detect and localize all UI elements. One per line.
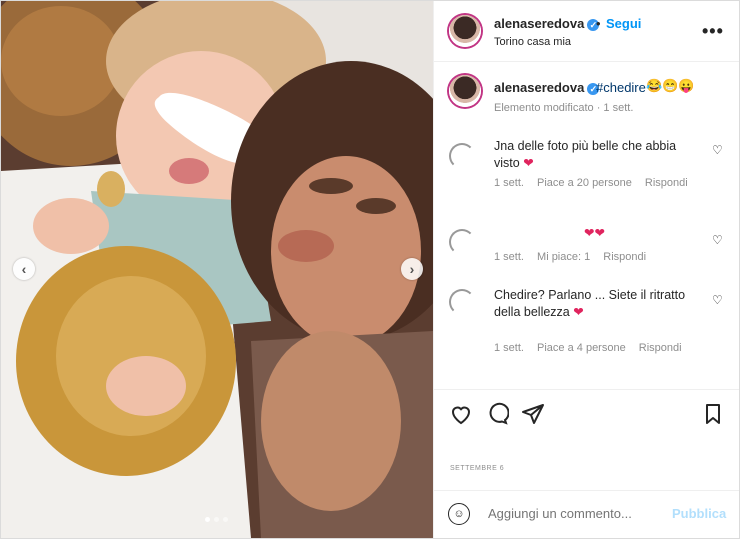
reply-button[interactable]: Rispondi: [603, 251, 646, 263]
like-comment-icon[interactable]: ♡: [712, 143, 723, 157]
carousel-dot: [205, 517, 210, 522]
comment-meta: 1 sett. Piace a 20 persone Rispondi: [494, 177, 698, 189]
caption-hashtag[interactable]: #chedire: [596, 80, 646, 95]
chevron-left-icon: ‹: [21, 261, 27, 277]
author-username[interactable]: alenaseredova ✓: [494, 16, 600, 31]
heart-emoji: ❤❤: [584, 226, 605, 240]
comment-body: Chedire? Parlano ... Siete il ritratto d…: [494, 288, 686, 319]
author-avatar[interactable]: [449, 15, 481, 47]
caption-meta: Elemento modificato · 1 sett.: [494, 102, 634, 114]
comment-meta: 1 sett. Mi piace: 1 Rispondi: [494, 251, 656, 263]
carousel-dot: [214, 517, 219, 522]
comment-text: Jna delle foto più belle che abbia visto…: [494, 138, 694, 172]
more-options-icon[interactable]: •••: [702, 21, 724, 42]
loading-avatar-icon: [449, 229, 475, 255]
reply-button[interactable]: Rispondi: [639, 342, 682, 354]
comment-likes[interactable]: Mi piace: 1: [537, 251, 590, 263]
reply-button[interactable]: Rispondi: [645, 177, 688, 189]
comment-meta: 1 sett. Piace a 4 persone Rispondi: [494, 342, 692, 354]
comment-likes[interactable]: Piace a 20 persone: [537, 177, 632, 189]
add-comment-bar: ☺ Pubblica: [434, 490, 739, 538]
post-actions-bar: [434, 389, 739, 440]
follow-button[interactable]: Segui: [606, 16, 641, 31]
photo-illustration: [1, 1, 433, 538]
loading-avatar-icon: [449, 143, 475, 169]
heart-emoji: ❤: [523, 156, 534, 170]
post-date: SETTEMBRE 6: [450, 465, 505, 472]
comment-body: Jna delle foto più belle che abbia visto: [494, 139, 677, 170]
post-photo[interactable]: ‹ ›: [1, 1, 433, 538]
publish-button[interactable]: Pubblica: [672, 506, 726, 521]
share-icon[interactable]: [520, 402, 546, 428]
carousel-indicator: [205, 517, 228, 522]
chevron-right-icon: ›: [409, 261, 415, 277]
comment-icon[interactable]: [484, 402, 510, 428]
heart-emoji: ❤: [573, 305, 584, 319]
bookmark-icon[interactable]: [700, 402, 726, 428]
post-location[interactable]: Torino casa mia: [494, 36, 571, 48]
username-text[interactable]: alenaseredova: [494, 16, 584, 31]
comment-text: Chedire? Parlano ... Siete il ritratto d…: [494, 287, 694, 321]
comment-time: 1 sett.: [494, 177, 524, 189]
next-photo-button[interactable]: ›: [401, 258, 423, 280]
like-comment-icon[interactable]: ♡: [712, 233, 723, 247]
caption-author-avatar[interactable]: [449, 75, 481, 107]
previous-photo-button[interactable]: ‹: [13, 258, 35, 280]
separator-dot: •: [596, 16, 601, 31]
comment-input[interactable]: [486, 505, 650, 522]
username-text[interactable]: alenaseredova: [494, 80, 584, 95]
loading-avatar-icon: [449, 289, 475, 315]
caption-emojis: 😂😁😛: [646, 78, 695, 93]
comment-time: 1 sett.: [494, 342, 524, 354]
comment-likes[interactable]: Piace a 4 persone: [537, 342, 626, 354]
instagram-post-modal: ‹ › alenaseredova ✓ • Segui Torino casa m…: [0, 0, 740, 539]
caption-author-username[interactable]: alenaseredova ✓: [494, 80, 600, 95]
heart-icon[interactable]: [448, 402, 474, 428]
comment-time: 1 sett.: [494, 251, 524, 263]
emoji-icon[interactable]: ☺: [448, 503, 470, 525]
carousel-dot: [223, 517, 228, 522]
post-details-panel: alenaseredova ✓ • Segui Torino casa mia •…: [433, 1, 739, 538]
post-header: alenaseredova ✓ • Segui Torino casa mia •…: [434, 1, 739, 62]
like-comment-icon[interactable]: ♡: [712, 293, 723, 307]
